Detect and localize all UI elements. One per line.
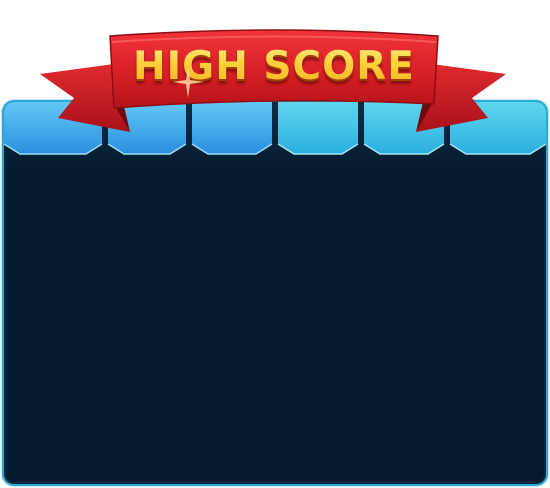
high-score-screen: HIGH SCORE — [0, 0, 550, 488]
screen-title: HIGH SCORE — [112, 36, 436, 96]
high-score-panel — [2, 100, 548, 486]
sparkle-icon — [172, 66, 204, 98]
